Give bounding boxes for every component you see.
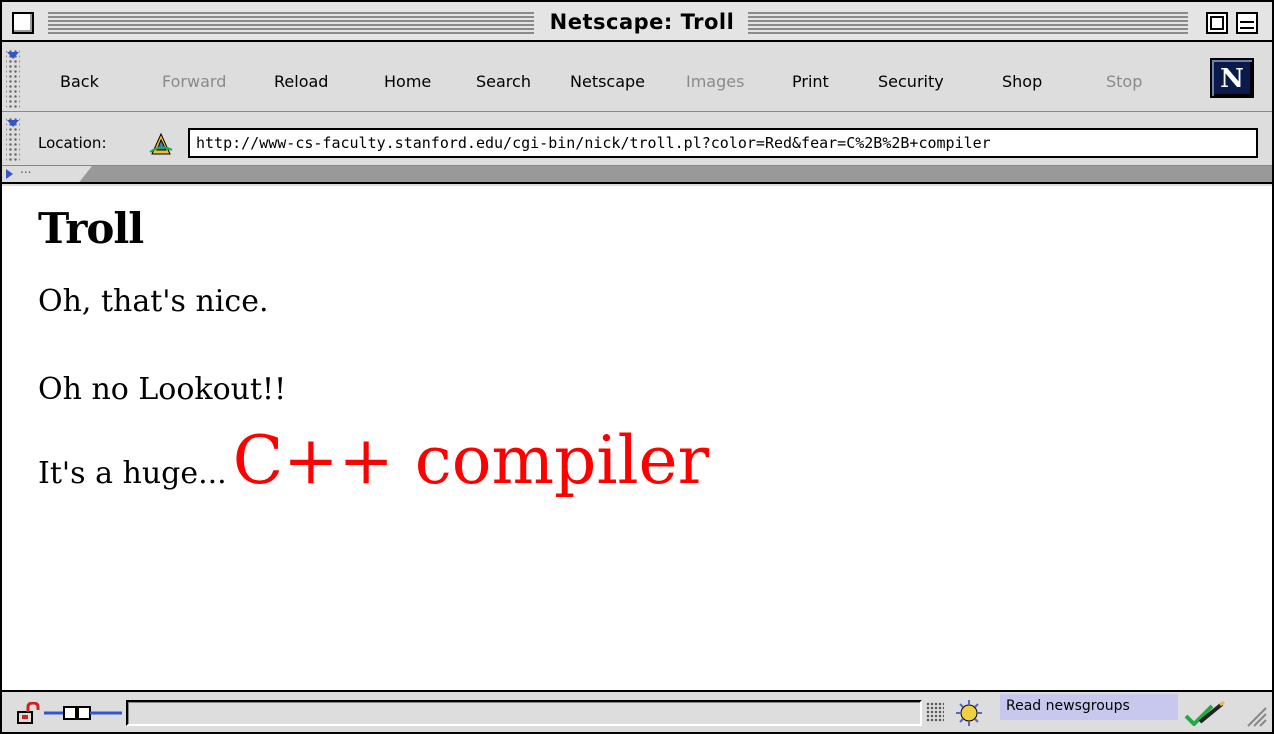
component-bar-grip-icon[interactable] bbox=[926, 702, 944, 722]
huge-line: It's a huge...C++ compiler bbox=[38, 422, 709, 499]
title-bar-stripes-left bbox=[48, 12, 534, 34]
location-page-icon[interactable] bbox=[148, 130, 174, 156]
page-content: Troll Oh, that's nice. Oh no Lookout!! I… bbox=[2, 186, 1272, 692]
location-label: Location: bbox=[38, 134, 107, 152]
zoom-box-button[interactable] bbox=[1206, 12, 1228, 34]
status-message-field bbox=[126, 700, 922, 726]
resize-grip-icon[interactable] bbox=[1242, 702, 1268, 728]
toolbar-collapse-grip[interactable] bbox=[6, 50, 20, 108]
navigation-toolbar: Back Forward Reload Home Search Netscape… bbox=[2, 44, 1272, 112]
personal-toolbar-row: ... bbox=[2, 166, 1272, 184]
images-button[interactable]: Images bbox=[686, 72, 744, 92]
security-button[interactable]: Security bbox=[878, 72, 944, 92]
stop-button[interactable]: Stop bbox=[1106, 72, 1142, 92]
print-button[interactable]: Print bbox=[792, 72, 829, 92]
forward-button[interactable]: Forward bbox=[162, 72, 226, 92]
newsgroups-icon[interactable] bbox=[950, 700, 988, 726]
netscape-logo[interactable]: N bbox=[1210, 58, 1254, 98]
home-button[interactable]: Home bbox=[384, 72, 431, 92]
page-heading: Troll bbox=[38, 204, 144, 253]
netscape-logo-letter: N bbox=[1220, 64, 1244, 94]
reload-button[interactable]: Reload bbox=[274, 72, 328, 92]
connection-plug-icon bbox=[44, 706, 122, 720]
window-title: Netscape: Troll bbox=[542, 10, 742, 36]
personal-toolbar-tab[interactable]: ... bbox=[2, 166, 92, 182]
title-bar-stripes-right bbox=[748, 12, 1188, 34]
location-bar: Location: http://www-cs-faculty.stanford… bbox=[2, 114, 1272, 166]
newsgroups-tooltip: Read newsgroups bbox=[1000, 694, 1178, 720]
netscape-button[interactable]: Netscape bbox=[570, 72, 645, 92]
browser-window: Netscape: Troll Back Forward Reload Home… bbox=[0, 0, 1274, 734]
close-box-button[interactable] bbox=[12, 12, 34, 34]
huge-line-prefix: It's a huge... bbox=[38, 456, 227, 491]
huge-line-highlight: C++ compiler bbox=[232, 422, 710, 499]
back-button[interactable]: Back bbox=[60, 72, 99, 92]
compose-icon[interactable] bbox=[1182, 700, 1226, 726]
paragraph-lookout: Oh no Lookout!! bbox=[38, 372, 287, 407]
search-button[interactable]: Search bbox=[476, 72, 531, 92]
location-bar-collapse-grip[interactable] bbox=[6, 118, 20, 162]
paragraph-nice: Oh, that's nice. bbox=[38, 284, 269, 319]
shop-button[interactable]: Shop bbox=[1002, 72, 1042, 92]
collapse-box-button[interactable] bbox=[1236, 12, 1258, 34]
status-bar: Read newsgroups bbox=[2, 694, 1272, 732]
title-bar[interactable]: Netscape: Troll bbox=[2, 2, 1272, 42]
lock-icon[interactable] bbox=[16, 702, 40, 724]
url-input[interactable]: http://www-cs-faculty.stanford.edu/cgi-b… bbox=[188, 128, 1258, 158]
